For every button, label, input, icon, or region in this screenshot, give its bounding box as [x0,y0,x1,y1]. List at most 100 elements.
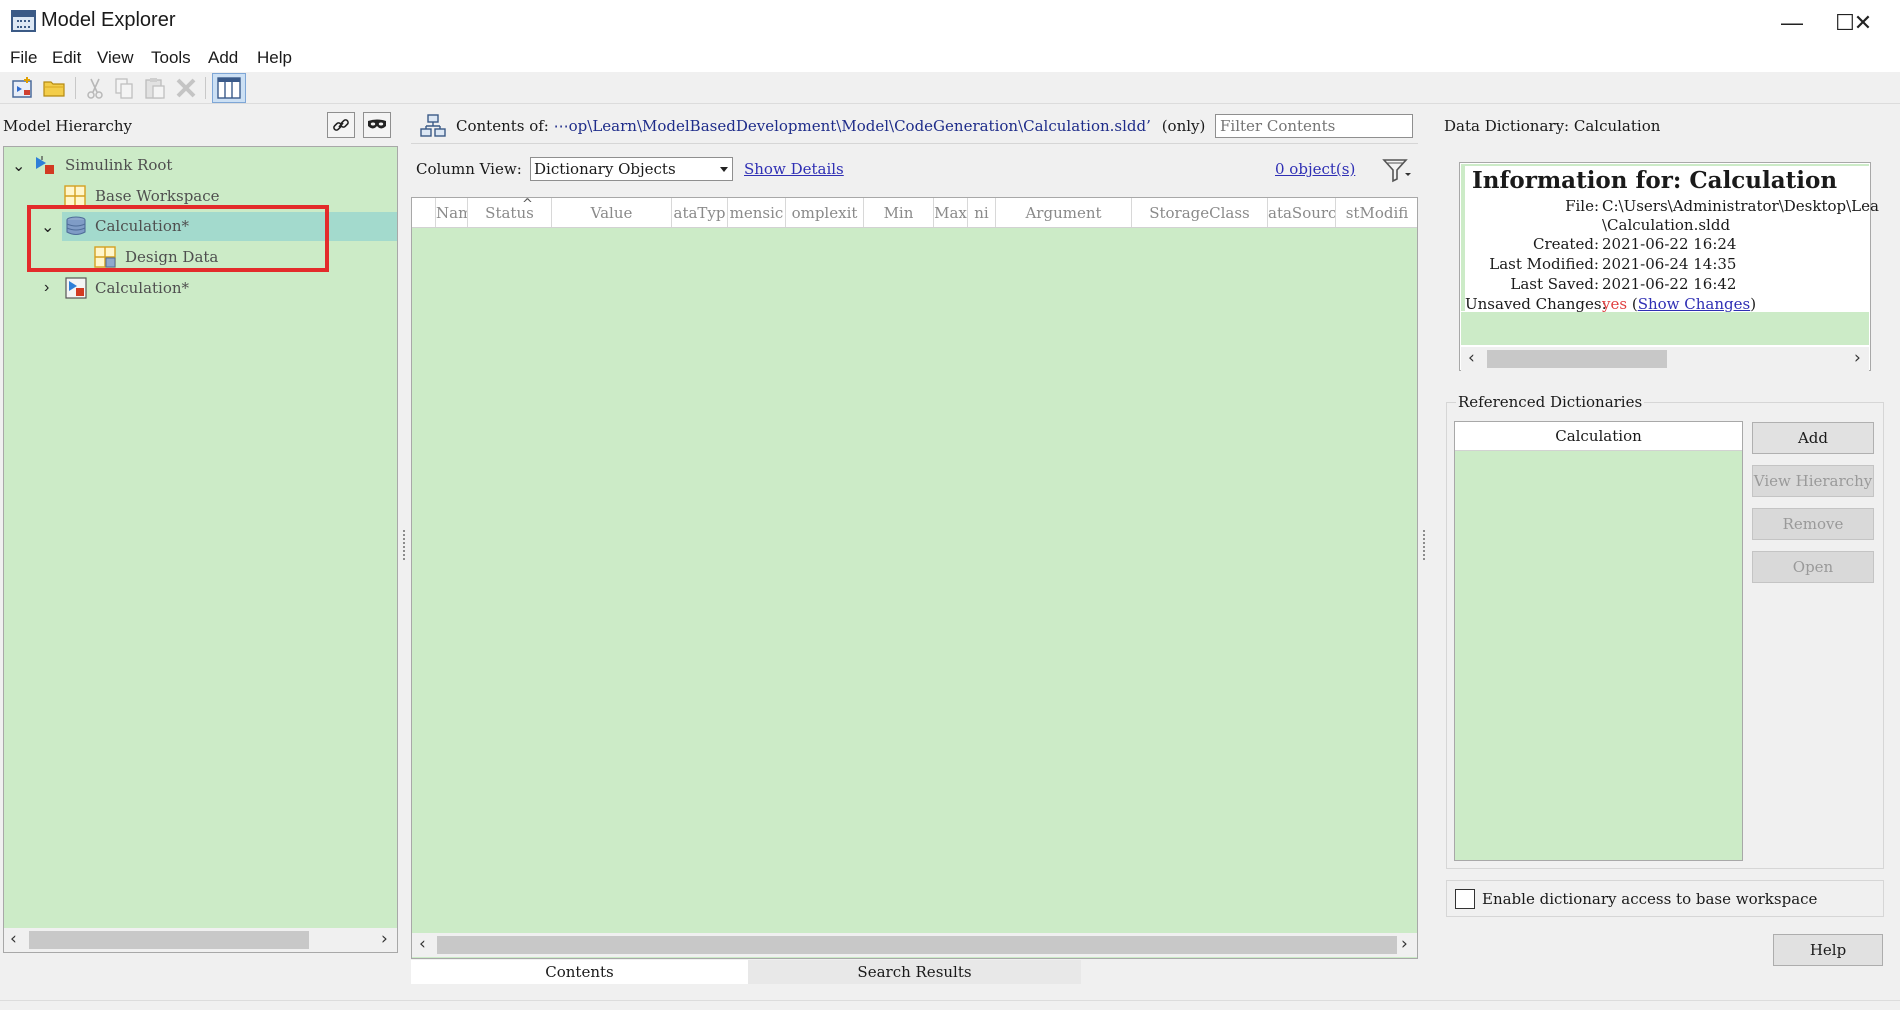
filter-icon[interactable] [1381,156,1411,184]
unsaved-status: yes [1602,295,1628,313]
menu-add[interactable]: Add [208,48,238,68]
scroll-left-icon[interactable]: ‹ [419,934,426,954]
scrollbar-thumb[interactable] [1487,350,1667,368]
right-splitter-handle[interactable] [1423,530,1427,560]
contents-path-link[interactable]: ⋯op\Learn\ModelBasedDevelopment\Model\Co… [554,117,1151,135]
tab-contents[interactable]: Contents [411,960,748,984]
filter-contents-input[interactable] [1215,114,1413,138]
info-created: 2021-06-22 16:24 [1602,235,1737,253]
status-bar [0,1000,1900,1010]
delete-icon[interactable] [173,75,199,101]
column-header-lastmodified[interactable]: stModifi [1336,198,1417,227]
new-model-icon[interactable] [10,75,36,101]
tree-horizontal-scrollbar[interactable]: ‹ › [4,928,397,952]
column-header-storageclass[interactable]: StorageClass [1132,198,1268,227]
info-key: File: [1565,197,1599,215]
mask-button[interactable] [363,112,391,138]
left-splitter-handle[interactable] [403,530,407,560]
close-button[interactable]: ✕ [1840,8,1886,38]
scroll-left-icon[interactable]: ‹ [1468,348,1475,368]
simulink-root-icon [36,156,54,174]
dropdown-arrow-icon [720,167,728,172]
paste-icon[interactable] [142,75,168,101]
enable-access-checkbox[interactable] [1455,889,1475,909]
information-panel: Information for: Calculation File: C:\Us… [1459,162,1879,371]
column-header-complexity[interactable]: omplexit [786,198,864,227]
column-header-unit[interactable]: ni [968,198,996,227]
referenced-dictionaries-label: Referenced Dictionaries [1456,393,1645,411]
open-button[interactable]: Open [1752,551,1874,583]
tree-item-simulink-root[interactable]: ⌄ Simulink Root [4,151,397,180]
menu-view[interactable]: View [97,48,134,68]
open-icon[interactable] [41,75,67,101]
minimize-button[interactable]: — [1769,8,1815,38]
model-hierarchy-label: Model Hierarchy [3,117,133,135]
column-view-dropdown[interactable]: Dictionary Objects [530,157,733,181]
column-header-name[interactable]: Name [436,198,468,227]
scroll-left-icon[interactable]: ‹ [10,929,17,949]
mask-icon [368,119,386,129]
object-count-link[interactable]: 0 object(s) [1275,160,1355,178]
info-saved: 2021-06-22 16:42 [1602,275,1737,293]
scrollbar-thumb[interactable] [29,931,309,949]
help-button[interactable]: Help [1773,934,1883,966]
info-frame: Information for: Calculation File: C:\Us… [1461,164,1879,313]
column-header-dimensions[interactable]: mensic [728,198,786,227]
info-key: Unsaved Changes: [1465,295,1607,313]
model-explorer-app-icon [11,10,36,32]
column-header-status[interactable]: Status [468,198,552,227]
contents-header: Contents of: ⋯op\Learn\ModelBasedDevelop… [411,108,1418,144]
column-header-datatype[interactable]: ataTyp [672,198,728,227]
scroll-right-icon[interactable]: › [1854,348,1861,368]
data-dictionary-title: Data Dictionary: Calculation [1444,117,1661,135]
copy-icon[interactable] [111,75,137,101]
menu-tools[interactable]: Tools [151,48,191,68]
column-view-toggle[interactable] [212,73,246,103]
column-header-value[interactable]: Value [552,198,672,227]
column-header-datasource[interactable]: ataSourc [1268,198,1336,227]
show-changes-link[interactable]: Show Changes [1638,295,1751,313]
column-header-max[interactable]: Max [934,198,968,227]
table-horizontal-scrollbar[interactable]: ‹ › [412,933,1417,957]
tree-item-calculation-model[interactable]: › Calculation* [4,274,397,303]
scroll-right-icon[interactable]: › [1401,934,1408,954]
add-button[interactable]: Add [1752,422,1874,454]
info-unsaved-value: yes (Show Changes) [1602,295,1756,313]
column-view-value: Dictionary Objects [534,160,676,178]
toolbar-separator [205,77,206,99]
show-details-link[interactable]: Show Details [744,160,844,178]
remove-button[interactable]: Remove [1752,508,1874,540]
tree-item-label: Calculation* [95,279,190,297]
info-footer [1461,312,1869,345]
view-hierarchy-button[interactable]: View Hierarchy [1752,465,1874,497]
cut-icon[interactable] [82,75,108,101]
column-header-min[interactable]: Min [864,198,934,227]
paren: ) [1750,295,1757,313]
info-horizontal-scrollbar[interactable]: ‹ › [1461,347,1869,371]
referenced-dictionaries-list: Calculation [1454,421,1743,861]
link-icon [333,119,349,131]
column-view-icon [217,77,241,99]
menu-file[interactable]: File [10,48,37,68]
scrollbar-thumb[interactable] [437,936,1397,954]
scroll-right-icon[interactable]: › [381,929,388,949]
annotation-highlight-box [27,205,329,272]
chevron-right-icon[interactable]: › [44,279,49,297]
menu-edit[interactable]: Edit [52,48,81,68]
info-key: Last Saved: [1510,275,1599,293]
model-icon [65,277,87,299]
toolbar [0,72,1900,104]
info-file-path-cont: \Calculation.sldd [1602,216,1731,234]
tree-item-label: Simulink Root [65,156,173,174]
contents-suffix: (only) [1161,117,1206,135]
link-button[interactable] [327,112,355,138]
contents-table: Name Status Value ataTyp mensic omplexit… [411,197,1418,959]
title-bar: Model Explorer — ☐ ✕ [0,0,1900,44]
column-header-argument[interactable]: Argument [996,198,1132,227]
menu-help[interactable]: Help [257,48,292,68]
tab-search-results[interactable]: Search Results [748,960,1081,984]
chevron-down-icon[interactable]: ⌄ [12,156,25,176]
info-content: Information for: Calculation File: C:\Us… [1465,166,1879,313]
model-hierarchy-header: Model Hierarchy [0,108,398,144]
toolbar-separator [75,77,76,99]
